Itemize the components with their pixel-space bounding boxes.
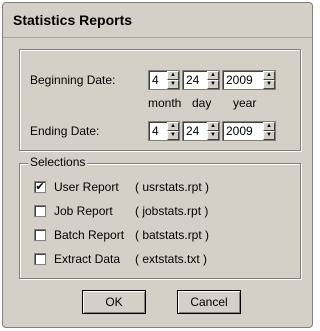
spin-down-icon[interactable]: ▼	[167, 80, 179, 89]
beginning-year-spinner[interactable]: 2009 ▲ ▼	[222, 70, 276, 90]
spin-up-icon[interactable]: ▲	[167, 122, 179, 131]
checkmark-icon: ✔	[35, 181, 45, 193]
job-report-label: Job Report	[54, 204, 113, 218]
batch-report-label: Batch Report	[54, 228, 125, 242]
spin-down-icon[interactable]: ▼	[263, 131, 275, 140]
spin-down-icon[interactable]: ▼	[207, 80, 219, 89]
ending-month-value: 4	[152, 124, 159, 138]
spin-up-icon[interactable]: ▲	[263, 122, 275, 131]
beginning-month-spinner[interactable]: 4 ▲ ▼	[148, 70, 180, 90]
statistics-reports-dialog: Statistics Reports Beginning Date: 4 ▲ ▼…	[2, 2, 313, 328]
spin-up-icon[interactable]: ▲	[207, 122, 219, 131]
year-caption: year	[233, 96, 257, 110]
spin-up-icon[interactable]: ▲	[167, 71, 179, 80]
beginning-day-value: 24	[186, 73, 200, 87]
window-title: Statistics Reports	[13, 12, 133, 28]
spin-up-icon[interactable]: ▲	[207, 71, 219, 80]
job-report-checkbox[interactable]	[34, 205, 46, 217]
user-report-checkbox[interactable]: ✔	[34, 181, 46, 193]
batch-report-file: ( batstats.rpt )	[135, 228, 210, 242]
batch-report-checkbox[interactable]	[34, 229, 46, 241]
month-caption: month	[148, 96, 182, 110]
spin-down-icon[interactable]: ▼	[263, 80, 275, 89]
date-range-group: Beginning Date: 4 ▲ ▼ 24 ▲ ▼ 2009 ▲ ▼ mo…	[19, 49, 301, 151]
ending-date-label: Ending Date:	[30, 124, 100, 138]
day-caption: day	[192, 96, 212, 110]
extract-data-label: Extract Data	[54, 252, 121, 266]
selections-legend: Selections	[28, 155, 88, 169]
ending-day-spinner[interactable]: 24 ▲ ▼	[182, 121, 220, 141]
spin-down-icon[interactable]: ▼	[207, 131, 219, 140]
ending-year-value: 2009	[226, 124, 253, 138]
beginning-day-spinner[interactable]: 24 ▲ ▼	[182, 70, 220, 90]
extract-data-file: ( extstats.txt )	[135, 252, 208, 266]
title-bar[interactable]: Statistics Reports	[3, 3, 312, 38]
ending-year-spinner[interactable]: 2009 ▲ ▼	[222, 121, 276, 141]
beginning-month-value: 4	[152, 73, 159, 87]
user-report-file: ( usrstats.rpt )	[135, 180, 210, 194]
ending-month-spinner[interactable]: 4 ▲ ▼	[148, 121, 180, 141]
job-report-file: ( jobstats.rpt )	[135, 204, 209, 218]
ok-button[interactable]: OK	[82, 290, 146, 314]
ending-day-value: 24	[186, 124, 200, 138]
spin-down-icon[interactable]: ▼	[167, 131, 179, 140]
cancel-button[interactable]: Cancel	[177, 290, 241, 314]
spin-up-icon[interactable]: ▲	[263, 71, 275, 80]
beginning-date-label: Beginning Date:	[30, 73, 116, 87]
user-report-label: User Report	[54, 180, 119, 194]
selections-group: Selections ✔ User Report ( usrstats.rpt …	[19, 155, 301, 279]
beginning-year-value: 2009	[226, 73, 253, 87]
extract-data-checkbox[interactable]	[34, 253, 46, 265]
